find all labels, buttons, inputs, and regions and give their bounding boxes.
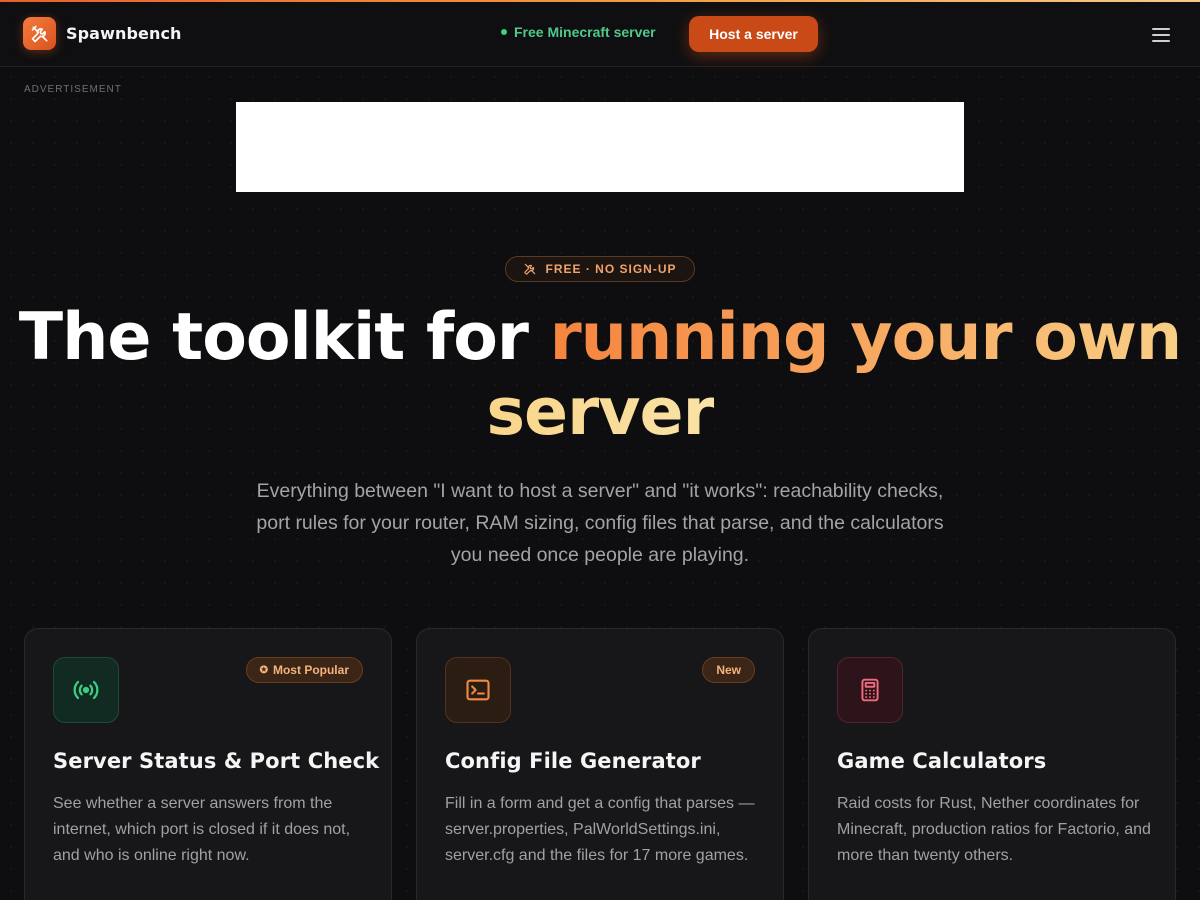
hero-description: Everything between "I want to host a ser… xyxy=(256,480,944,566)
new-badge: New xyxy=(702,657,755,683)
award-icon: ✪ xyxy=(259,664,268,676)
free-server-link[interactable]: Free Minecraft server xyxy=(501,24,656,40)
hero-title: The toolkit for running your own server xyxy=(0,300,1200,450)
card-game-calculators[interactable]: Game Calculators Raid costs for Rust, Ne… xyxy=(808,628,1176,900)
hero-title-highlight-2: server xyxy=(486,375,714,450)
card-title: Game Calculators xyxy=(837,749,1047,773)
hero-badge: FREE · NO SIGN-UP xyxy=(505,256,695,282)
tools-logo-icon xyxy=(23,17,56,50)
card-description: See whether a server answers from the in… xyxy=(53,795,351,864)
card-description: Raid costs for Rust, Nether coordinates … xyxy=(837,795,1151,864)
card-config-generator[interactable]: New Config File Generator Fill in a form… xyxy=(416,628,784,900)
brand-name: Spawnbench xyxy=(66,24,182,43)
calculator-icon xyxy=(837,657,903,723)
tools-icon xyxy=(523,262,537,276)
terminal-icon xyxy=(445,657,511,723)
most-popular-label: Most Popular xyxy=(272,663,349,677)
free-server-label: Free Minecraft server xyxy=(514,24,656,40)
hamburger-menu-icon[interactable] xyxy=(1152,26,1176,44)
hero-title-plain: The toolkit for xyxy=(18,300,550,375)
card-server-status[interactable]: ✪ Most Popular Server Status & Port Chec… xyxy=(24,628,392,900)
ad-label: ADVERTISEMENT xyxy=(24,84,122,95)
host-server-button[interactable]: Host a server xyxy=(689,16,818,52)
site-header: Spawnbench Free Minecraft server Host a … xyxy=(0,2,1200,67)
card-title: Server Status & Port Check xyxy=(53,749,380,773)
ad-banner[interactable] xyxy=(236,102,964,192)
card-description: Fill in a form and get a config that par… xyxy=(445,795,755,864)
hero-title-highlight: running your own xyxy=(549,300,1183,375)
brand-link[interactable]: Spawnbench xyxy=(23,17,182,50)
card-title: Config File Generator xyxy=(445,749,701,773)
most-popular-badge: ✪ Most Popular xyxy=(245,657,363,683)
hero-badge-label: FREE · NO SIGN-UP xyxy=(545,262,677,276)
signal-broadcast-icon xyxy=(53,657,119,723)
new-label: New xyxy=(716,663,741,677)
online-dot-icon xyxy=(501,29,507,35)
